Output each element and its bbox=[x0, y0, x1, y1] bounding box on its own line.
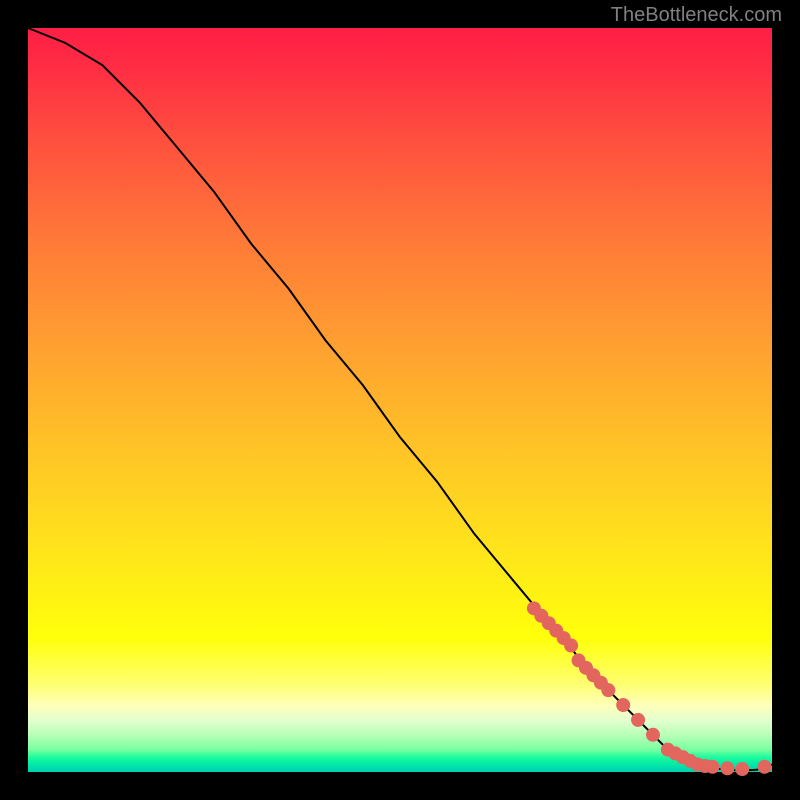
highlight-marker bbox=[601, 683, 615, 697]
highlight-marker bbox=[735, 762, 749, 776]
bottleneck-curve bbox=[28, 28, 772, 771]
highlight-marker bbox=[564, 639, 578, 653]
watermark-text: TheBottleneck.com bbox=[611, 4, 782, 27]
chart-svg bbox=[28, 28, 772, 772]
highlight-marker bbox=[705, 760, 719, 774]
highlight-marker bbox=[616, 698, 630, 712]
highlight-marker bbox=[646, 728, 660, 742]
plot-area bbox=[28, 28, 772, 772]
chart-container: TheBottleneck.com bbox=[0, 0, 800, 800]
highlight-marker bbox=[758, 760, 772, 774]
highlight-marker bbox=[631, 713, 645, 727]
highlight-marker bbox=[720, 761, 734, 775]
